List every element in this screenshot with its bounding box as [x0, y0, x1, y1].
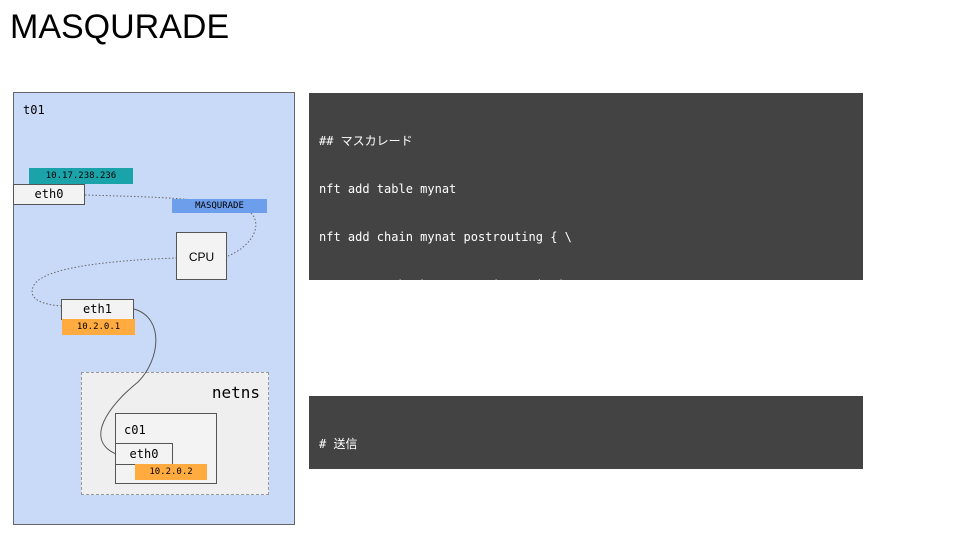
container-label: c01: [124, 423, 146, 437]
eth1-interface: eth1: [61, 299, 134, 320]
code-line: nft delete table mynat: [319, 518, 478, 532]
netns-label: netns: [211, 383, 260, 402]
host-label: t01: [23, 103, 45, 117]
code-line: nft add table mynat: [319, 182, 457, 196]
masquerade-badge: MASQURADE: [172, 199, 267, 213]
page-title: MASQURADE: [10, 8, 230, 46]
code-block-send: # 送信 ip netns exec c01 ping 1.1.1.1: [309, 396, 863, 499]
code-line: ip netns exec c01 ping 1.1.1.1: [319, 485, 536, 499]
code-line: nft add chain mynat postrouting { \: [319, 230, 572, 244]
c01-eth0-interface: eth0: [115, 443, 173, 465]
code-line: nft add rule mynat postrouting oifname "…: [319, 374, 724, 388]
eth0-interface: eth0: [13, 184, 85, 205]
code-line: ## マスカレード: [319, 134, 413, 148]
code-block-masquerade: ## マスカレード nft add table mynat nft add ch…: [309, 93, 863, 532]
code-line: }: [319, 326, 327, 340]
code-line: # 送信: [319, 437, 358, 451]
eth0-ip-badge: 10.17.238.236: [29, 168, 133, 184]
c01-eth0-ip-badge: 10.2.0.2: [135, 464, 207, 480]
cpu-box: CPU: [176, 232, 227, 280]
eth1-ip-badge: 10.2.0.1: [62, 319, 135, 335]
code-line: type nat hook postrouting priority srcna…: [319, 278, 666, 292]
